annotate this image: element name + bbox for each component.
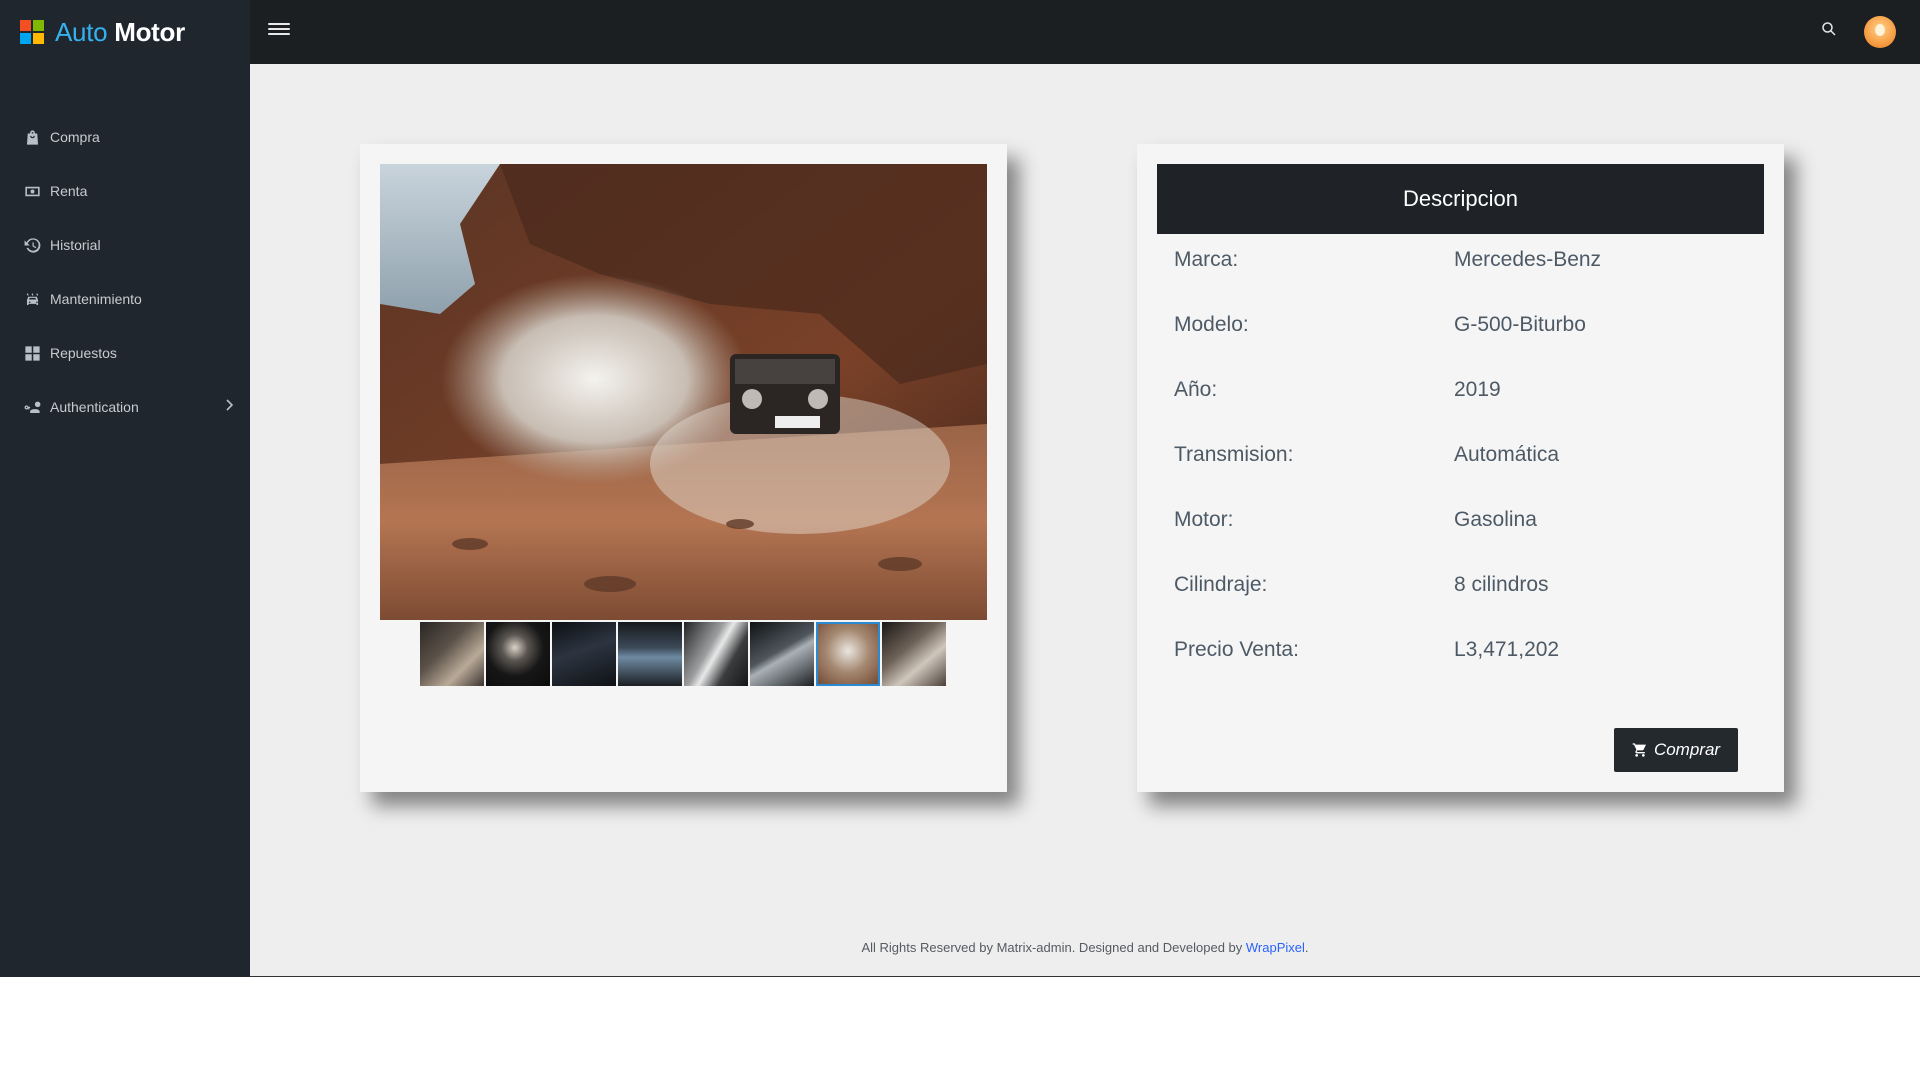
comprar-label: Comprar (1653, 740, 1721, 759)
thumbnail[interactable] (618, 622, 682, 686)
spec-label: Precio Venta: (1174, 638, 1299, 661)
spec-row-precio-venta: Precio Venta: L3,471,202 (1174, 635, 1744, 665)
thumbnail[interactable] (552, 622, 616, 686)
spec-label: Modelo: (1174, 313, 1249, 336)
spec-label: Año: (1174, 378, 1218, 401)
brand-logo-icon (20, 20, 44, 44)
spec-row-ano: Año: 2019 (1174, 375, 1744, 405)
history-icon (22, 235, 42, 255)
sidebar-item-authentication[interactable]: Authentication (0, 380, 250, 434)
cash-icon (22, 181, 42, 201)
spec-value: 8 cilindros (1454, 573, 1549, 596)
thumbnail[interactable] (684, 622, 748, 686)
app-shell: Auto Motor Compra Renta Historial Manten… (0, 0, 1920, 977)
spec-row-modelo: Modelo: G-500-Biturbo (1174, 310, 1744, 340)
cart-icon (1632, 743, 1646, 757)
bottom-divider (250, 976, 1920, 977)
wrappixel-link[interactable]: WrapPixel (1246, 940, 1305, 955)
spec-value: G-500-Biturbo (1454, 313, 1586, 336)
description-card: Descripcion Marca: Mercedes-Benz Modelo:… (1137, 144, 1784, 792)
brand-name-motor: Motor (114, 16, 185, 47)
sidebar-item-label: Authentication (50, 399, 139, 415)
main-car-photo (380, 164, 987, 620)
spec-label: Motor: (1174, 508, 1234, 531)
sidebar-item-renta[interactable]: Renta (0, 164, 250, 218)
hamburger-icon[interactable] (268, 20, 290, 42)
thumbnail-strip (420, 622, 946, 686)
description-title: Descripcion (1157, 164, 1764, 234)
footer-text: All Rights Reserved by Matrix-admin. Des… (861, 940, 1246, 955)
footer: All Rights Reserved by Matrix-admin. Des… (250, 940, 1920, 955)
footer-suffix: . (1304, 940, 1309, 955)
thumbnail[interactable] (882, 622, 946, 686)
sidebar-item-label: Compra (50, 129, 100, 145)
sidebar-nav: Compra Renta Historial Mantenimiento Rep… (0, 110, 250, 434)
brand[interactable]: Auto Motor (0, 0, 250, 64)
spec-row-transmision: Transmision: Automática (1174, 440, 1744, 470)
spec-row-marca: Marca: Mercedes-Benz (1174, 245, 1744, 275)
chevron-right-icon (222, 398, 236, 412)
sidebar: Auto Motor Compra Renta Historial Manten… (0, 0, 250, 977)
spec-row-cilindraje: Cilindraje: 8 cilindros (1174, 570, 1744, 600)
shopping-bag-icon (22, 127, 42, 147)
sidebar-item-label: Renta (50, 183, 88, 199)
main-content: Descripcion Marca: Mercedes-Benz Modelo:… (250, 64, 1920, 977)
avatar[interactable] (1864, 16, 1896, 48)
sidebar-item-repuestos[interactable]: Repuestos (0, 326, 250, 380)
sidebar-item-label: Historial (50, 237, 101, 253)
account-key-icon (22, 397, 42, 417)
sidebar-item-label: Repuestos (50, 345, 117, 361)
brand-name-auto: Auto (55, 16, 108, 47)
thumbnail-active[interactable] (816, 622, 880, 686)
sidebar-item-compra[interactable]: Compra (0, 110, 250, 164)
spec-label: Transmision: (1174, 443, 1294, 466)
spec-row-motor: Motor: Gasolina (1174, 505, 1744, 535)
gallery-card (360, 144, 1007, 792)
spec-value: Mercedes-Benz (1454, 248, 1602, 271)
spec-label: Marca: (1174, 248, 1239, 271)
spec-value: 2019 (1454, 378, 1501, 401)
sidebar-item-mantenimiento[interactable]: Mantenimiento (0, 272, 250, 326)
spec-value: Automática (1454, 443, 1560, 466)
spec-value: L3,471,202 (1454, 638, 1560, 661)
spec-value: Gasolina (1454, 508, 1537, 531)
brand-name: Auto Motor (55, 17, 185, 48)
topbar (250, 0, 1920, 64)
search-icon[interactable] (1820, 20, 1842, 42)
spec-label: Cilindraje: (1174, 573, 1268, 596)
thumbnail[interactable] (420, 622, 484, 686)
grid-icon (22, 343, 42, 363)
thumbnail[interactable] (486, 622, 550, 686)
sidebar-item-historial[interactable]: Historial (0, 218, 250, 272)
sidebar-item-label: Mantenimiento (50, 291, 142, 307)
car-wash-icon (22, 289, 42, 309)
thumbnail[interactable] (750, 622, 814, 686)
comprar-button[interactable]: Comprar (1614, 728, 1738, 772)
